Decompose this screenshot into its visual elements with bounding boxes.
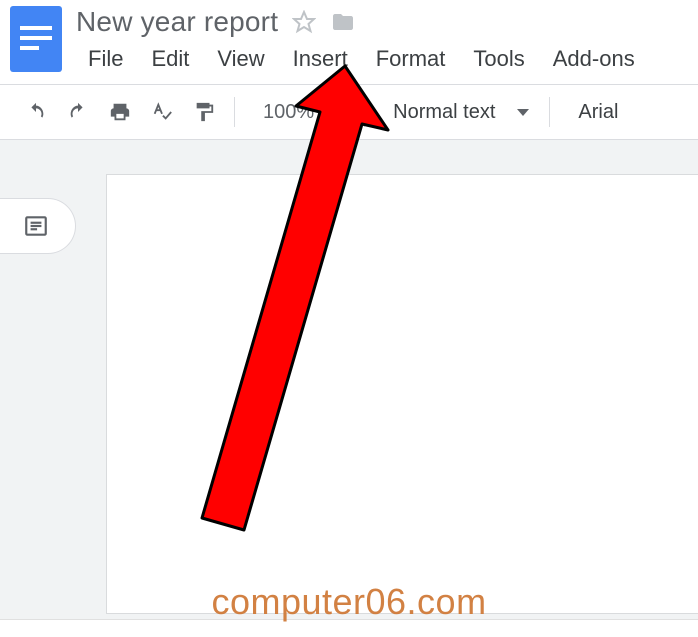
chevron-down-icon bbox=[517, 109, 529, 116]
menu-file[interactable]: File bbox=[76, 44, 135, 74]
spellcheck-button[interactable] bbox=[142, 92, 182, 132]
menu-insert[interactable]: Insert bbox=[281, 44, 360, 74]
undo-button[interactable] bbox=[16, 92, 56, 132]
app-header: New year report File Edit View Insert Fo… bbox=[0, 0, 698, 74]
menu-format[interactable]: Format bbox=[364, 44, 458, 74]
docs-logo-icon[interactable] bbox=[10, 6, 62, 72]
menu-tools[interactable]: Tools bbox=[461, 44, 536, 74]
font-select[interactable]: Arial bbox=[560, 101, 636, 124]
toolbar-separator bbox=[549, 97, 550, 127]
watermark-text: computer06.com bbox=[0, 581, 698, 623]
toolbar-separator bbox=[234, 97, 235, 127]
chevron-down-icon bbox=[324, 109, 336, 116]
document-title[interactable]: New year report bbox=[76, 6, 278, 38]
menu-edit[interactable]: Edit bbox=[139, 44, 201, 74]
paint-format-button[interactable] bbox=[184, 92, 224, 132]
print-button[interactable] bbox=[100, 92, 140, 132]
star-icon[interactable] bbox=[292, 10, 316, 34]
paragraph-style-value: Normal text bbox=[393, 101, 495, 124]
menu-add-ons[interactable]: Add-ons bbox=[541, 44, 647, 74]
editor-canvas bbox=[0, 140, 698, 620]
redo-button[interactable] bbox=[58, 92, 98, 132]
paragraph-style-select[interactable]: Normal text bbox=[375, 101, 539, 124]
document-page[interactable] bbox=[106, 174, 698, 614]
menu-bar: File Edit View Insert Format Tools Add-o… bbox=[76, 44, 698, 74]
move-folder-icon[interactable] bbox=[330, 10, 356, 34]
menu-view[interactable]: View bbox=[205, 44, 276, 74]
font-value: Arial bbox=[578, 101, 618, 123]
zoom-value: 100% bbox=[263, 101, 314, 124]
toolbar: 100% Normal text Arial bbox=[0, 84, 698, 140]
zoom-select[interactable]: 100% bbox=[245, 101, 354, 124]
toolbar-separator bbox=[364, 97, 365, 127]
document-outline-toggle[interactable] bbox=[0, 198, 76, 254]
